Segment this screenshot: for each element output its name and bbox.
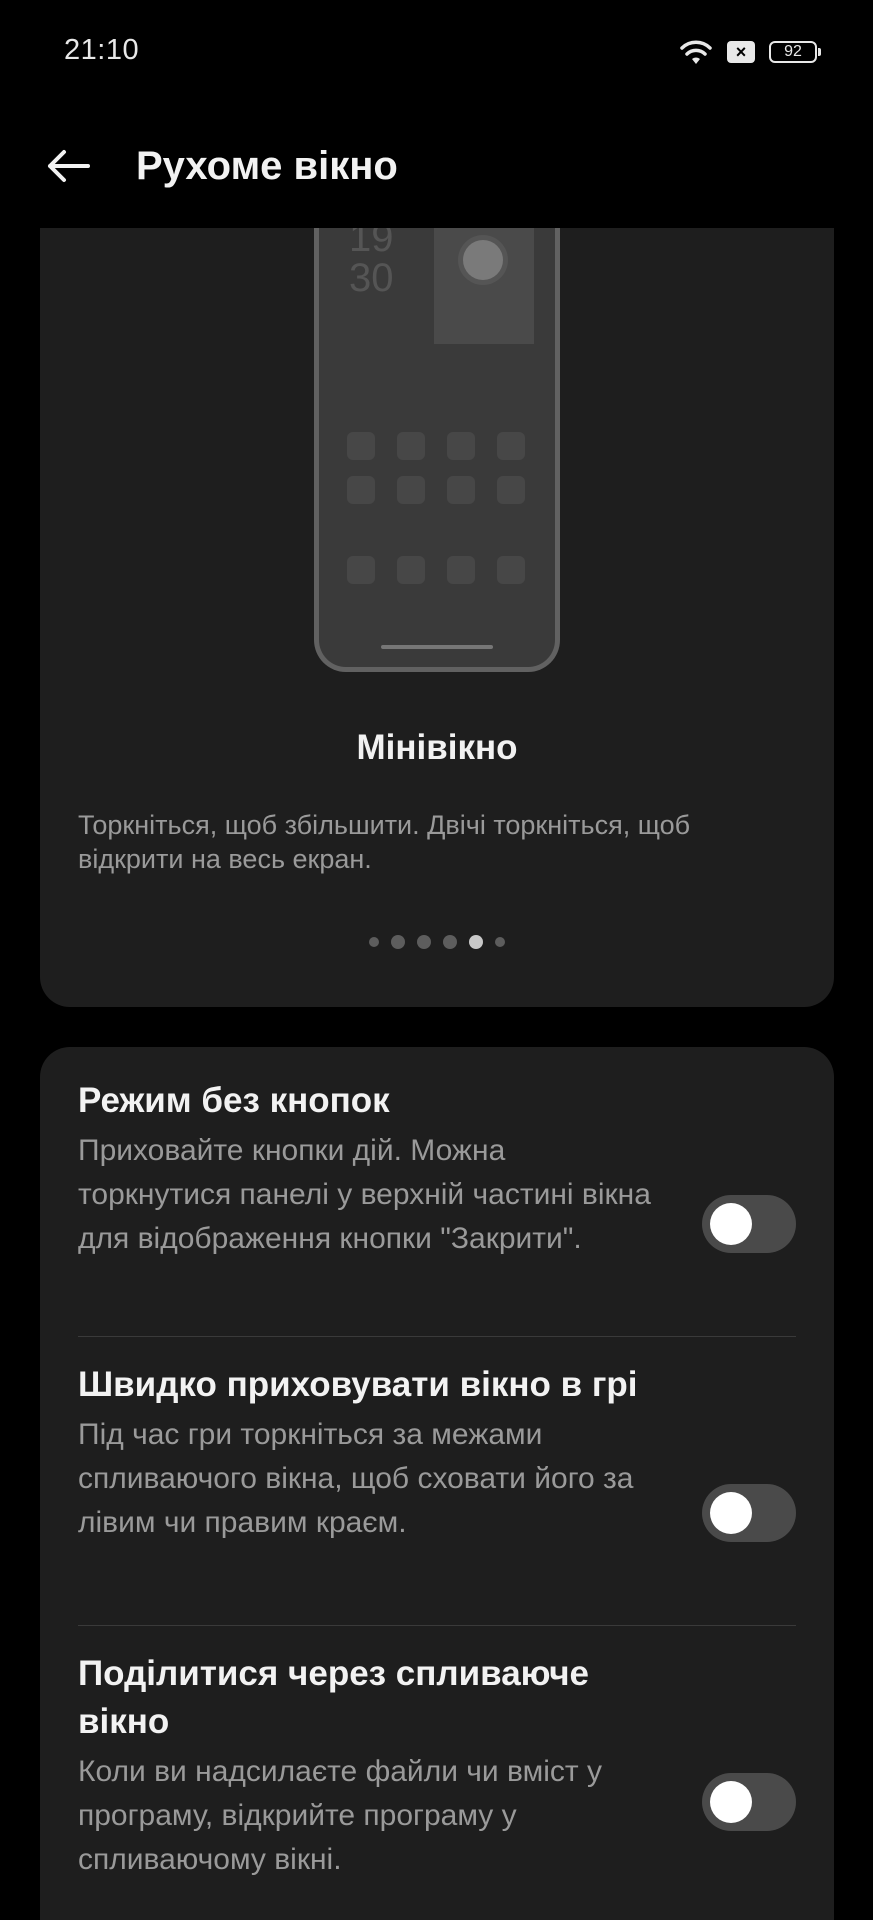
setting-share-via-floating-window[interactable]: Поділитися через спливаюче вікно Коли ви… <box>78 1650 796 1882</box>
dock-icon-placeholder <box>397 556 425 584</box>
preview-card: 19 30 Мінівікно Торкніться, щоб збільшит… <box>40 228 834 1007</box>
page-dot[interactable] <box>417 935 431 949</box>
status-bar: 21:10 × 92 <box>0 0 873 104</box>
dock-icon-placeholder <box>347 556 375 584</box>
dock-icon-placeholder <box>497 556 525 584</box>
app-icon-placeholder <box>397 432 425 460</box>
page-dot[interactable] <box>443 935 457 949</box>
dock-grid <box>347 556 527 584</box>
header: Рухоме вікно <box>0 104 873 228</box>
wifi-icon <box>679 38 713 66</box>
app-grid <box>347 432 527 504</box>
page-title: Рухоме вікно <box>136 144 398 188</box>
buttonless-mode-toggle[interactable] <box>702 1195 796 1253</box>
floating-ball-icon <box>463 240 503 280</box>
settings-card: Режим без кнопок Приховайте кнопки дій. … <box>40 1047 834 1920</box>
setting-description: Під час гри торкніться за межами спливаю… <box>78 1418 634 1539</box>
setting-quick-hide-in-game[interactable]: Швидко приховувати вікно в грі Під час г… <box>78 1361 796 1545</box>
app-icon-placeholder <box>347 476 375 504</box>
share-via-floating-window-toggle[interactable] <box>702 1773 796 1831</box>
status-time: 21:10 <box>64 34 140 66</box>
back-button[interactable] <box>40 140 96 196</box>
arrow-left-icon <box>44 148 92 189</box>
app-icon-placeholder <box>447 476 475 504</box>
page-dot-active[interactable] <box>469 935 483 949</box>
toggle-knob <box>710 1492 752 1534</box>
divider <box>78 1336 796 1337</box>
preview-description: Торкніться, щоб збільшити. Двічі торкніт… <box>78 810 691 874</box>
quick-hide-in-game-toggle[interactable] <box>702 1484 796 1542</box>
app-icon-placeholder <box>397 476 425 504</box>
setting-buttonless-mode[interactable]: Режим без кнопок Приховайте кнопки дій. … <box>78 1077 796 1261</box>
preview-title: Мінівікно <box>356 728 518 767</box>
app-icon-placeholder <box>347 432 375 460</box>
app-icon-placeholder <box>497 432 525 460</box>
toggle-knob <box>710 1203 752 1245</box>
setting-description: Приховайте кнопки дій. Можна торкнутися … <box>78 1134 651 1255</box>
divider <box>78 1625 796 1626</box>
battery-icon: 92 <box>769 41 821 63</box>
setting-title: Поділитися через спливаюче вікно <box>78 1654 590 1741</box>
setting-title: Швидко приховувати вікно в грі <box>78 1365 638 1404</box>
phone-illustration: 19 30 <box>314 228 560 672</box>
setting-description: Коли ви надсилаєте файли чи вміст у прог… <box>78 1755 602 1876</box>
phone-clock-hours: 19 <box>349 228 394 260</box>
setting-title: Режим без кнопок <box>78 1081 390 1120</box>
app-icon-placeholder <box>447 432 475 460</box>
phone-clock-minutes: 30 <box>349 256 394 300</box>
phone-clock: 19 30 <box>349 228 394 298</box>
page-dot[interactable] <box>391 935 405 949</box>
no-sim-icon: × <box>727 41 755 63</box>
page-dot[interactable] <box>369 937 379 947</box>
toggle-knob <box>710 1781 752 1823</box>
page-dot[interactable] <box>495 937 505 947</box>
mini-window-illustration <box>434 228 534 344</box>
page-indicator <box>40 935 834 949</box>
dock-icon-placeholder <box>447 556 475 584</box>
app-icon-placeholder <box>497 476 525 504</box>
status-icons: × 92 <box>679 36 821 68</box>
home-indicator <box>381 645 493 649</box>
